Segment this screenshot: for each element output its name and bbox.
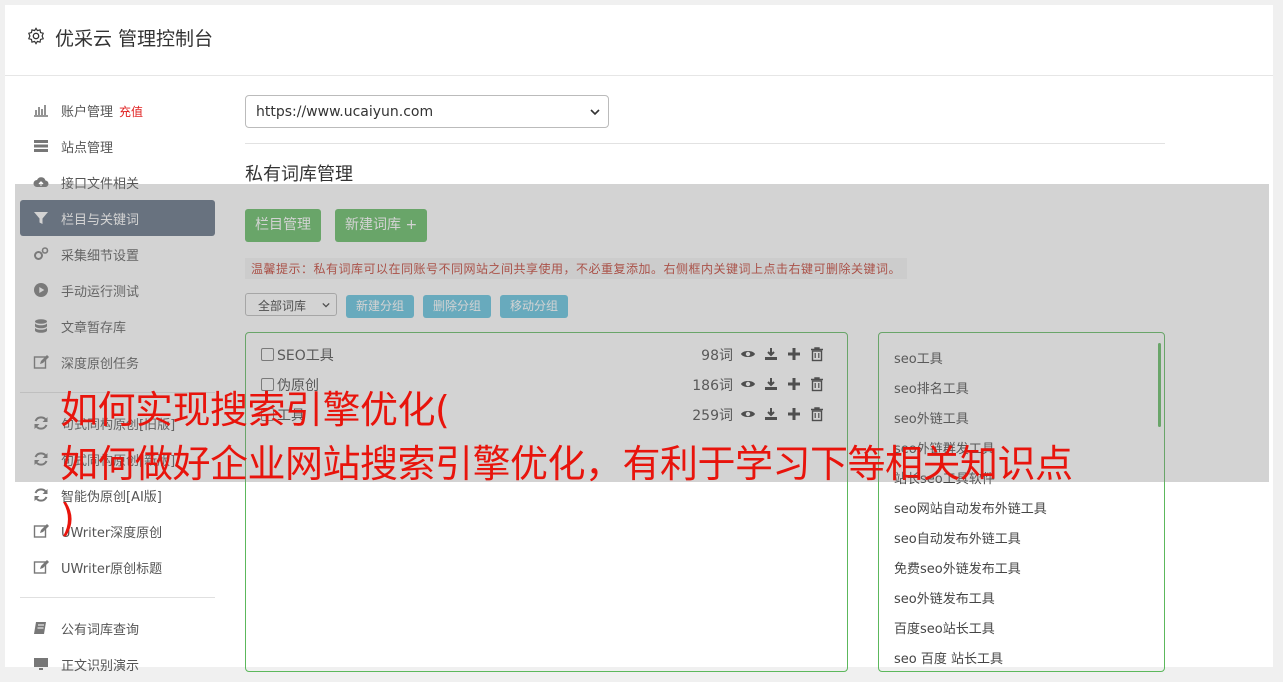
sidebar-item-account[interactable]: 账户管理 充值 [20,92,215,128]
site-select[interactable]: https://www.ucaiyun.com [245,95,609,128]
recharge-link[interactable]: 充值 [119,105,143,119]
keyword-item[interactable]: 免费seo外链发布工具 [894,558,1021,577]
sidebar-item-label: UWriter原创标题 [61,562,163,577]
keyword-item[interactable]: 百度seo站长工具 [894,618,995,637]
chevron-down-icon [590,109,600,116]
sidebar-item-label: 正文识别演示 [61,659,140,674]
overlay-caption-line: ) [60,496,75,540]
sidebar-divider [20,597,215,598]
sidebar-item-sites[interactable]: 站点管理 [20,128,215,164]
gear-icon [28,27,44,45]
divider [245,143,1165,144]
header: 优采云 管理控制台 [5,5,1273,76]
overlay-caption: 如何实现搜索引擎优化( 如何做好企业网站搜索引擎优化，有利于学习下等相关知识点 … [60,383,1250,545]
sidebar-item-text-recognition[interactable]: 正文识别演示 [20,646,215,682]
site-select-value: https://www.ucaiyun.com [256,104,434,120]
keyword-item[interactable]: seo 百度 站长工具 [894,648,1003,667]
server-icon [34,140,48,152]
monitor-icon [34,658,48,670]
sidebar-item-uwriter-title[interactable]: UWriter原创标题 [20,549,215,585]
sidebar-item-public-library[interactable]: 公有词库查询 [20,610,215,646]
section-title: 私有词库管理 [245,164,353,185]
app-title: 优采云 管理控制台 [55,28,214,50]
overlay-caption-line: 如何做好企业网站搜索引擎优化，有利于学习下等相关知识点 [60,442,1073,486]
overlay-caption-line: 如何实现搜索引擎优化( [60,388,450,432]
sidebar-item-label: 账户管理 [61,105,114,120]
sidebar-item-label: 站点管理 [61,141,114,156]
keyword-item[interactable]: seo外链发布工具 [894,588,995,607]
edit-icon [33,524,49,538]
sidebar-item-label: 公有词库查询 [61,623,140,638]
refresh-icon [34,488,48,502]
book-icon [34,622,46,634]
bar-chart-icon [34,105,48,117]
edit-icon [33,560,49,574]
